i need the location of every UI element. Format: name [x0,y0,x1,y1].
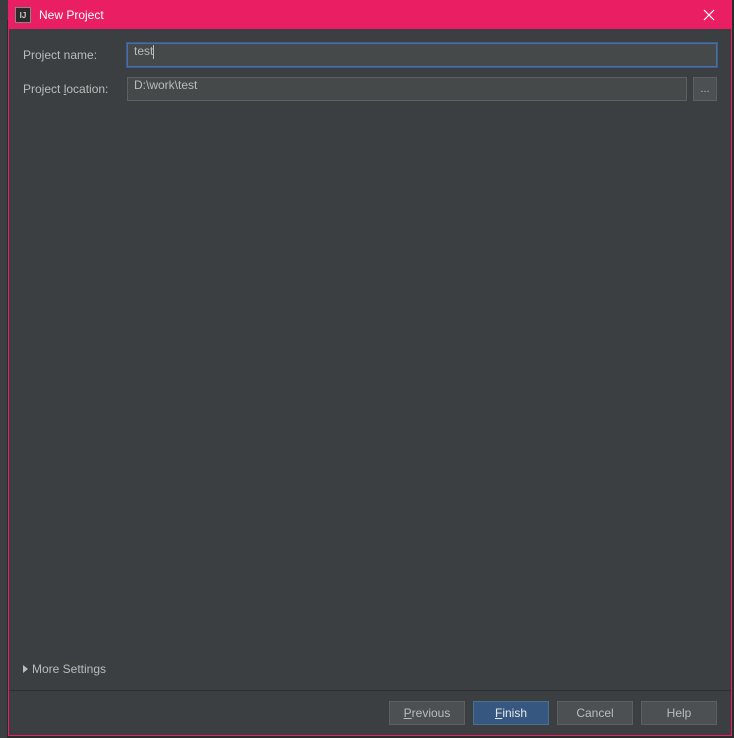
project-location-row: Project location: D:\work\test ... [23,77,717,101]
app-icon-label: IJ [20,11,27,20]
project-name-row: Project name: test [23,43,717,67]
cancel-label: Cancel [576,706,613,720]
project-location-label: Project location: [23,82,127,96]
background-strip [0,0,8,20]
help-button[interactable]: Help [641,701,717,725]
help-label: Help [667,706,692,720]
project-location-input[interactable]: D:\work\test [127,77,687,101]
close-icon [703,9,715,21]
project-name-input[interactable]: test [127,43,717,67]
cancel-button[interactable]: Cancel [557,701,633,725]
more-settings-toggle[interactable]: More Settings [23,656,717,690]
app-icon: IJ [15,7,31,23]
chevron-right-icon [23,665,28,673]
titlebar: IJ New Project [9,1,731,29]
background-strip [0,20,8,738]
previous-mnemonic: P [404,706,412,720]
project-location-value: D:\work\test [134,78,197,92]
label-post: ocation: [66,82,108,96]
finish-button[interactable]: Finish [473,701,549,725]
content-spacer [23,111,717,656]
dialog-content: Project name: test Project location: D:\… [9,29,731,690]
finish-label: inish [502,706,527,720]
dialog-footer: Previous Finish Cancel Help [9,690,731,735]
previous-button[interactable]: Previous [389,701,465,725]
project-name-label: Project name: [23,48,127,62]
browse-location-button[interactable]: ... [693,77,717,101]
label-pre: Project [23,82,64,96]
project-name-value: test [134,44,153,58]
window-title: New Project [39,8,687,22]
project-name-label-text: Project name: [23,48,97,62]
more-settings-label: More Settings [32,662,106,676]
new-project-dialog: IJ New Project Project name: test Projec… [8,0,732,736]
previous-label: revious [412,706,451,720]
ellipsis-icon: ... [700,83,709,95]
close-button[interactable] [687,1,731,29]
text-cursor [153,45,154,59]
